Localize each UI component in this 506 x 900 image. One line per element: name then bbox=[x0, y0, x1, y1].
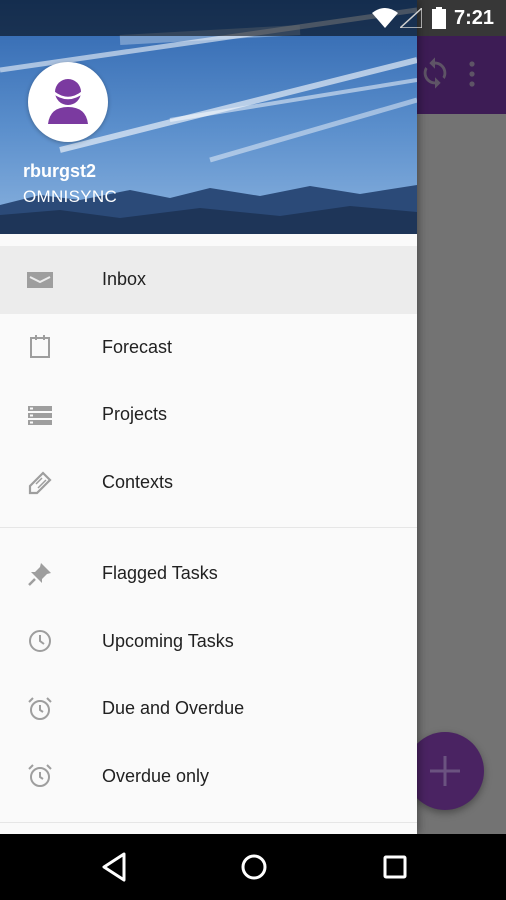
drawer-item-label: Overdue only bbox=[102, 765, 210, 786]
tag-icon bbox=[28, 471, 52, 495]
drawer-item-label: Due and Overdue bbox=[102, 698, 245, 719]
plus-icon bbox=[430, 756, 460, 786]
drawer-item-forecast[interactable]: Forecast bbox=[0, 314, 417, 382]
system-nav-bar bbox=[0, 834, 506, 900]
drawer-item-overdue-only[interactable]: Overdue only bbox=[0, 743, 417, 811]
drawer-menu: Inbox Forecast Projects Contexts Flagged… bbox=[0, 246, 417, 810]
status-bar: 7:21 bbox=[0, 0, 506, 36]
drawer-item-label: Upcoming Tasks bbox=[102, 630, 234, 651]
home-icon[interactable] bbox=[239, 851, 269, 883]
drawer-item-label: Inbox bbox=[102, 269, 147, 290]
projects-icon bbox=[28, 405, 52, 425]
alarm-icon bbox=[28, 697, 52, 720]
recents-icon[interactable] bbox=[380, 851, 410, 883]
drawer-item-upcoming[interactable]: Upcoming Tasks bbox=[0, 608, 417, 676]
clock-icon bbox=[29, 630, 51, 653]
account-name: rburgst2 bbox=[23, 161, 97, 181]
navigation-drawer: rburgst2 OMNISYNC Inbox Forecast Project… bbox=[0, 0, 417, 834]
calendar-icon bbox=[30, 335, 50, 359]
drawer-item-due-overdue[interactable]: Due and Overdue bbox=[0, 675, 417, 743]
drawer-item-contexts[interactable]: Contexts bbox=[0, 449, 417, 517]
sync-icon[interactable] bbox=[418, 56, 452, 90]
drawer-item-projects[interactable]: Projects bbox=[0, 381, 417, 449]
inbox-icon bbox=[27, 271, 53, 288]
wifi-icon bbox=[372, 8, 398, 28]
cell-signal-icon bbox=[400, 8, 422, 28]
drawer-item-inbox[interactable]: Inbox bbox=[0, 246, 417, 314]
drawer-item-label: Flagged Tasks bbox=[102, 563, 218, 584]
avatar[interactable] bbox=[28, 62, 108, 142]
drawer-item-label: Projects bbox=[102, 404, 168, 425]
menu-divider bbox=[0, 822, 417, 823]
back-icon[interactable] bbox=[100, 851, 128, 883]
add-task-button[interactable] bbox=[406, 732, 484, 810]
account-server: OMNISYNC bbox=[23, 187, 118, 206]
more-options-icon[interactable] bbox=[466, 60, 478, 88]
drawer-item-label: Contexts bbox=[102, 471, 174, 492]
drawer-item-flagged[interactable]: Flagged Tasks bbox=[0, 540, 417, 608]
pin-icon bbox=[28, 562, 51, 586]
alarm-icon bbox=[28, 764, 52, 788]
status-time: 7:21 bbox=[453, 7, 494, 29]
drawer-item-label: Forecast bbox=[102, 336, 173, 357]
user-icon bbox=[48, 79, 88, 124]
menu-divider bbox=[0, 527, 417, 528]
battery-icon bbox=[432, 7, 446, 29]
